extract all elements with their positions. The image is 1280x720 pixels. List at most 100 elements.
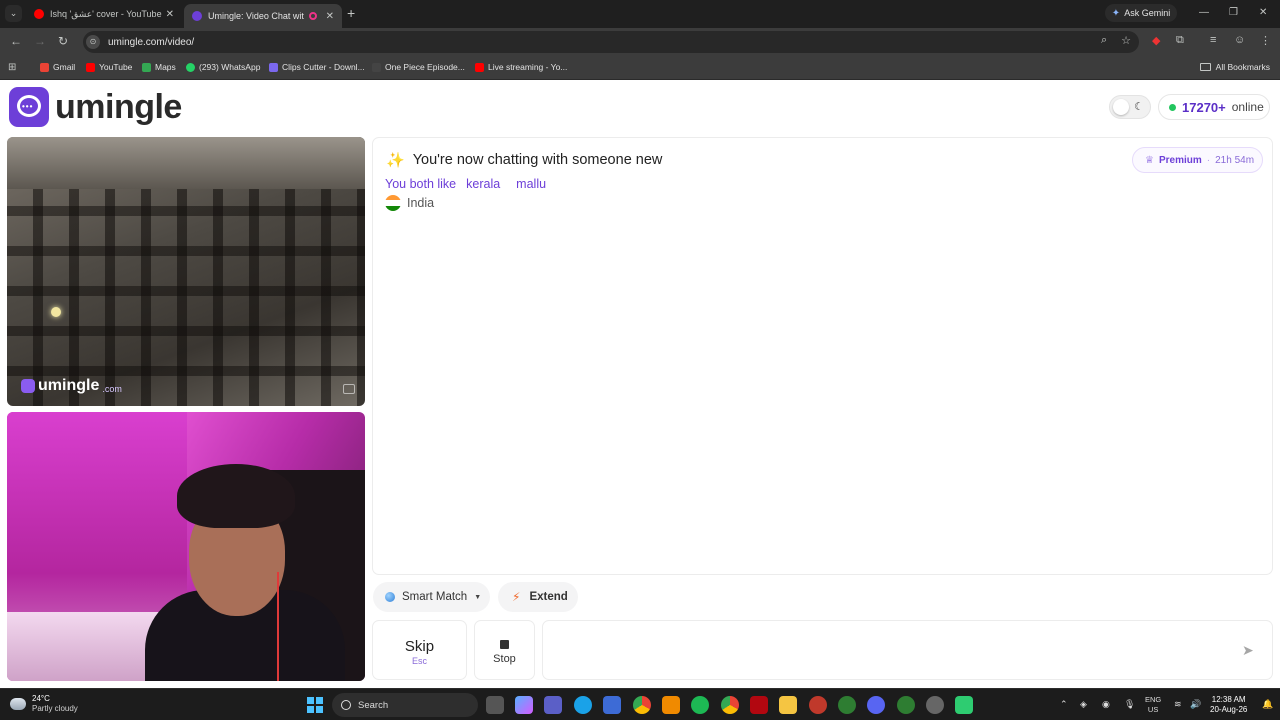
vlc-icon[interactable] [662, 696, 680, 714]
close-window-icon[interactable]: ✕ [1259, 7, 1267, 18]
stop-button[interactable]: Stop [474, 620, 535, 680]
chat-status-text: You're now chatting with someone new [412, 152, 663, 168]
menu-kebab-icon[interactable]: ⋮ [1260, 34, 1271, 47]
moon-icon: ☾ [1134, 101, 1144, 113]
minimize-icon[interactable]: — [1199, 7, 1209, 18]
spotify-icon[interactable] [691, 696, 709, 714]
chat-status-line: ✨ You're now chatting with someone new [386, 151, 662, 169]
tab-youtube[interactable]: Ishq 'عشق' cover - YouTube ✕ [26, 4, 182, 24]
copilot-icon[interactable] [515, 696, 533, 714]
file-explorer-icon[interactable] [779, 696, 797, 714]
forward-icon[interactable]: → [34, 34, 46, 48]
skip-button[interactable]: Skip Esc [372, 620, 467, 680]
taskbar-search[interactable]: Search [332, 693, 478, 717]
umingle-watermark: umingle .com [21, 377, 122, 395]
likes-label: You both like [385, 177, 457, 191]
task-view-icon[interactable] [486, 696, 504, 714]
online-label: online [1231, 100, 1264, 114]
weather-widget[interactable]: 24°C Partly cloudy [10, 694, 78, 714]
tray-app-icon[interactable]: ◉ [1102, 699, 1110, 710]
browser-tab-strip: ⌄ Ishq 'عشق' cover - YouTube ✕ Umingle: … [0, 0, 1280, 28]
smart-match-dropdown[interactable]: Smart Match ▼ [373, 582, 490, 612]
tray-app-icon[interactable]: ◈ [1080, 699, 1087, 710]
bookmark-maps[interactable]: Maps [142, 62, 176, 72]
new-tab-icon[interactable]: + [347, 5, 355, 21]
extension-icon[interactable]: ◆ [1152, 34, 1160, 47]
recording-icon [308, 12, 317, 20]
cloud-icon [10, 698, 26, 710]
media-control-icon[interactable]: ≡ [1210, 34, 1216, 46]
search-label: Search [358, 699, 389, 711]
umingle-favicon-icon [192, 11, 202, 21]
chrome-icon[interactable] [721, 696, 739, 714]
sparkles-icon: ✨ [386, 152, 405, 169]
bookmark-youtube[interactable]: YouTube [86, 62, 132, 72]
bookmark-gmail[interactable]: Gmail [40, 62, 75, 72]
teams-icon[interactable] [544, 696, 562, 714]
ask-gemini-button[interactable]: ✦ Ask Gemini [1105, 4, 1177, 22]
app-icon[interactable] [603, 696, 621, 714]
address-bar[interactable]: ⊙ umingle.com/video/ ⌕ ☆ [83, 31, 1139, 53]
partner-country: India [385, 195, 434, 211]
extend-button[interactable]: ⚡ Extend [498, 582, 578, 612]
tab-search-icon[interactable]: ⌄ [5, 5, 22, 22]
bookmark-label: Maps [155, 62, 176, 72]
chrome-icon[interactable] [633, 696, 651, 714]
close-tab-icon[interactable]: ✕ [166, 9, 174, 20]
edge-icon[interactable] [574, 696, 592, 714]
bookmark-label: Live streaming - Yo... [488, 62, 568, 72]
bookmark-clips-cutter[interactable]: Clips Cutter - Downl... [269, 62, 365, 72]
bookmark-star-icon[interactable]: ☆ [1121, 34, 1131, 47]
profile-avatar-icon[interactable]: ☺ [1234, 34, 1245, 46]
tab-umingle[interactable]: Umingle: Video Chat with St ✕ [184, 4, 342, 28]
bookmark-whatsapp[interactable]: (293) WhatsApp [186, 62, 260, 72]
apps-grid-icon[interactable]: ⊞ [8, 62, 16, 73]
premium-button[interactable]: ♕ Premium · 21h 54m [1132, 147, 1263, 173]
umingle-logo[interactable]: ••• umingle [9, 87, 182, 127]
netflix-icon[interactable] [750, 696, 768, 714]
extensions-puzzle-icon[interactable]: ⧉ [1176, 34, 1184, 47]
online-status-dot [1169, 103, 1176, 111]
crown-icon: ♕ [1145, 154, 1154, 166]
bookmark-one-piece[interactable]: One Piece Episode... [372, 62, 465, 72]
app-icon[interactable] [809, 696, 827, 714]
discord-icon[interactable] [867, 696, 885, 714]
umingle-page: ••• umingle ☾ 17270+ online umingle .com [0, 80, 1280, 688]
india-flag-icon [385, 195, 401, 211]
app-icon[interactable] [838, 696, 856, 714]
report-flag-icon[interactable] [343, 384, 355, 394]
globe-icon [385, 592, 395, 602]
microphone-icon[interactable]: 🎙 [1124, 699, 1135, 710]
extend-label: Extend [529, 591, 568, 603]
wifi-icon[interactable]: ≋ [1174, 699, 1182, 710]
windows-start-icon[interactable] [307, 697, 323, 713]
volume-icon[interactable]: 🔊 [1190, 699, 1201, 710]
all-bookmarks-button[interactable]: All Bookmarks [1199, 62, 1270, 72]
common-interests: You both like kerala mallu [385, 177, 562, 191]
country-name: India [407, 196, 435, 210]
smart-match-label: Smart Match [402, 591, 468, 603]
close-tab-icon[interactable]: ✕ [326, 11, 334, 22]
bookmark-live-streaming[interactable]: Live streaming - Yo... [475, 62, 567, 72]
notifications-icon[interactable]: 🔔 [1262, 699, 1273, 710]
app-icon[interactable] [955, 696, 973, 714]
app-icon[interactable] [926, 696, 944, 714]
maps-icon [142, 62, 151, 72]
system-clock[interactable]: 12:38 AM 20-Aug-26 [1210, 695, 1247, 715]
dark-mode-toggle[interactable]: ☾ [1109, 95, 1151, 119]
online-counter: 17270+ online [1158, 94, 1270, 120]
youtube-icon [475, 62, 484, 72]
zoom-icon[interactable]: ⌕ [1101, 34, 1107, 47]
interest-tag: mallu [516, 177, 547, 191]
restore-icon[interactable]: ❐ [1229, 7, 1238, 18]
message-input[interactable] [553, 639, 1233, 663]
reload-icon[interactable]: ↻ [58, 34, 68, 48]
bookmarks-bar: ⊞ Gmail YouTube Maps (293) WhatsApp Clip… [0, 56, 1280, 80]
weather-description: Partly cloudy [32, 704, 78, 713]
site-info-icon[interactable]: ⊙ [86, 35, 100, 49]
language-indicator[interactable]: ENG US [1145, 695, 1161, 715]
app-icon[interactable] [897, 696, 915, 714]
back-icon[interactable]: ← [10, 34, 22, 48]
tray-expand-icon[interactable]: ⌃ [1060, 699, 1068, 710]
send-icon[interactable]: ➤ [1242, 641, 1260, 659]
